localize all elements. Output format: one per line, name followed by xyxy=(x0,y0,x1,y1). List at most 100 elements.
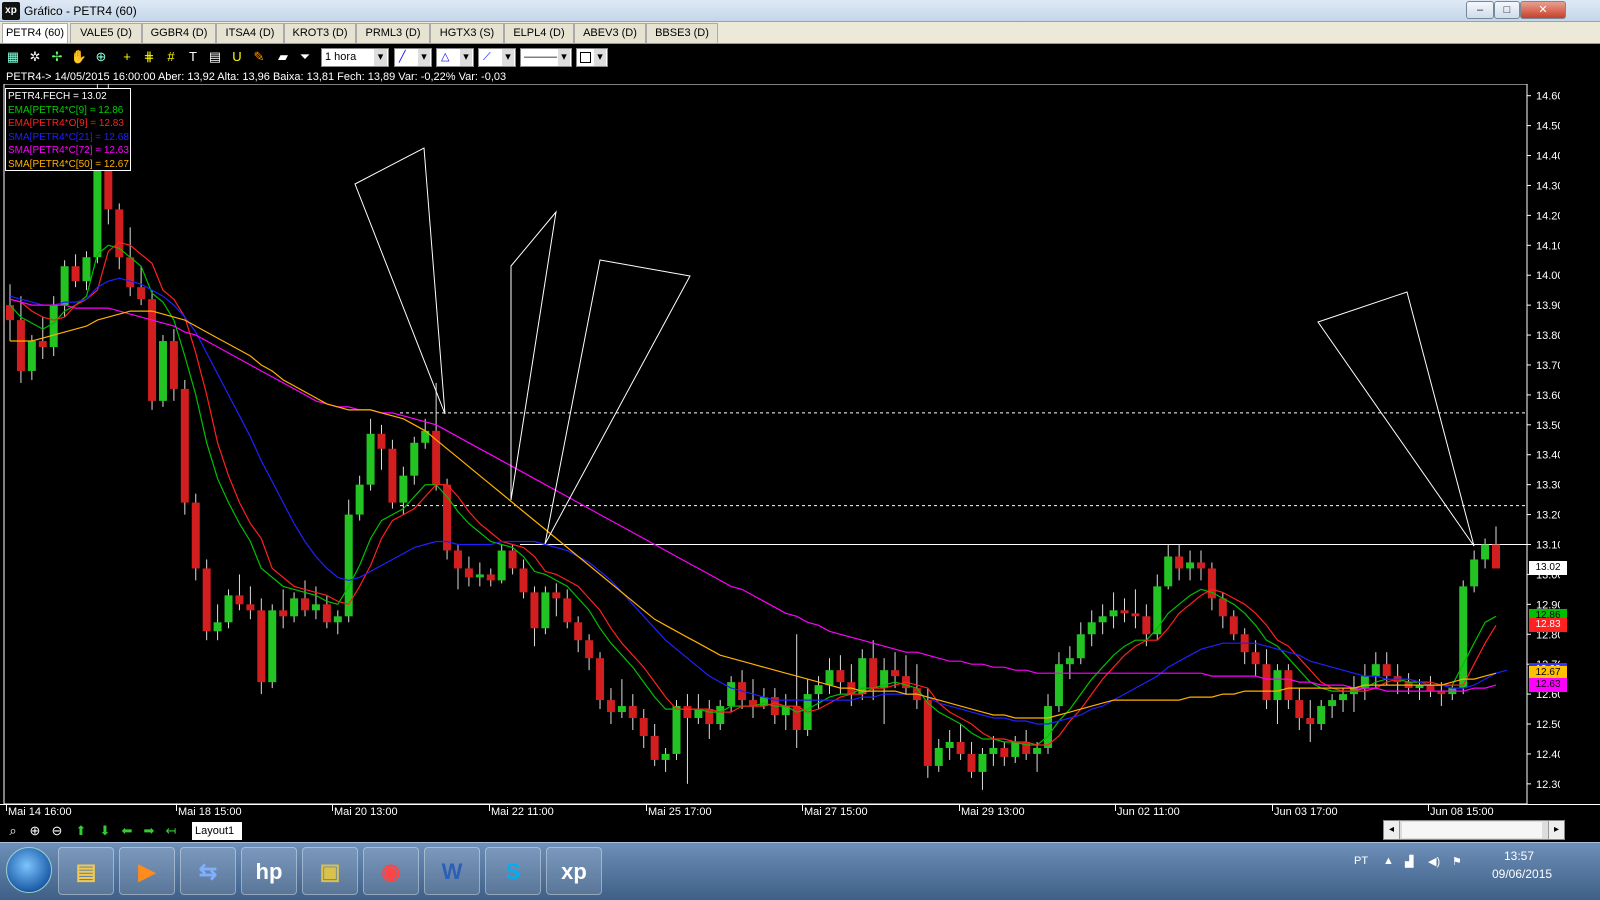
maximize-button[interactable]: □ xyxy=(1494,1,1520,19)
clock-date[interactable]: 09/06/2015 xyxy=(1492,867,1552,881)
plot-frame xyxy=(3,84,1528,804)
arrow-right-icon[interactable]: ➡ xyxy=(140,822,158,840)
candle-body xyxy=(388,448,397,503)
volume-icon[interactable]: ◀) xyxy=(1428,855,1440,868)
candle-body xyxy=(934,747,943,766)
tray-arrow-icon[interactable]: ▲ xyxy=(1383,855,1394,867)
cursor-icon[interactable]: + xyxy=(118,48,136,66)
line-tool-select[interactable]: ╱ ▾ xyxy=(394,48,432,67)
eraser-icon[interactable]: ✎ xyxy=(250,48,268,66)
bag-icon[interactable]: ▰ xyxy=(274,48,292,66)
candle-body xyxy=(1120,610,1129,614)
candle-body xyxy=(344,514,353,617)
line-style-select[interactable]: ——— ▾ xyxy=(520,48,572,67)
tab-bbse3[interactable]: BBSE3 (D) xyxy=(646,23,718,43)
magnet-icon[interactable]: U xyxy=(228,48,246,66)
tab-petr4[interactable]: PETR4 (60) xyxy=(2,23,68,43)
network-taskbar-icon[interactable]: ⇆ xyxy=(180,847,236,895)
clock-time[interactable]: 13:57 xyxy=(1504,849,1534,863)
candle-body xyxy=(530,592,539,629)
zoom-out-icon[interactable]: ⊖ xyxy=(48,822,66,840)
candle-body xyxy=(464,568,473,578)
text-icon[interactable]: T xyxy=(184,48,202,66)
xp-taskbar-icon[interactable]: xp xyxy=(546,847,602,895)
candle-body xyxy=(333,616,342,623)
hp-taskbar-icon[interactable]: hp xyxy=(241,847,297,895)
candle-body xyxy=(606,700,615,713)
time-label: Mai 29 13:00 xyxy=(961,806,1025,818)
period-select[interactable]: 1 hora ▾ xyxy=(321,48,389,67)
chevron-down-icon: ▾ xyxy=(460,49,472,66)
calculator-icon[interactable]: ▤ xyxy=(206,48,224,66)
tab-vale5[interactable]: VALE5 (D) xyxy=(70,23,142,43)
scroll-right-icon[interactable]: ▸ xyxy=(1548,821,1564,839)
candle-body xyxy=(1295,700,1304,719)
signal-icon[interactable]: ▟ xyxy=(1405,855,1413,868)
fibonacci-icon[interactable]: ⋕ xyxy=(140,48,158,66)
arrow-back-icon[interactable]: ↤ xyxy=(162,822,180,840)
scroll-thumb[interactable] xyxy=(1402,822,1542,838)
zoom-fit-icon[interactable]: ⌕ xyxy=(4,822,22,840)
candle-body xyxy=(825,670,834,686)
hand-icon[interactable]: ✋ xyxy=(70,48,88,66)
media-player-taskbar-icon[interactable]: ▶ xyxy=(119,847,175,895)
candle-body xyxy=(639,718,648,736)
tab-hgtx3[interactable]: HGTX3 (S) xyxy=(430,23,504,43)
settings-icon[interactable]: ✲ xyxy=(26,48,44,66)
explorer-taskbar-icon[interactable]: ▤ xyxy=(58,847,114,895)
zoom-in-icon[interactable]: ⊕ xyxy=(26,822,44,840)
tab-elpl4[interactable]: ELPL4 (D) xyxy=(504,23,574,43)
price-tick-label: 13.50 xyxy=(1536,420,1560,432)
scroll-left-icon[interactable]: ◂ xyxy=(1384,821,1400,839)
arrow-left-icon[interactable]: ⬅ xyxy=(118,822,136,840)
candle-body xyxy=(366,433,375,485)
word-taskbar-icon[interactable]: W xyxy=(424,847,480,895)
candle-body xyxy=(716,706,725,725)
candle-body xyxy=(552,592,561,599)
arrow-up-icon[interactable]: ⬆ xyxy=(72,822,90,840)
price-chart[interactable]: 14.60 14.50 14.40 14.30 14.20 14.10 14.00 13.90… xyxy=(0,84,1560,804)
chart-type-icon[interactable]: ▦ xyxy=(4,48,22,66)
tab-prml3[interactable]: PRML3 (D) xyxy=(356,23,430,43)
candle-body xyxy=(1065,658,1074,665)
close-button[interactable]: ✕ xyxy=(1520,1,1566,19)
candle-body xyxy=(978,753,987,772)
candle-body xyxy=(1218,598,1227,617)
flag-icon[interactable]: ⚑ xyxy=(1452,855,1462,868)
winrar-taskbar-icon[interactable]: ▣ xyxy=(302,847,358,895)
price-tick-label: 12.40 xyxy=(1536,749,1560,761)
chart-toolbar: ▦ ✲ ✢ ✋ ⊕ + ⋕ # T ▤ U ✎ ▰ ⏷ 1 hora ▾ ╱ ▾ △… xyxy=(0,45,1600,69)
fan-tool-select[interactable]: ⟋ ▾ xyxy=(478,48,516,67)
minimize-button[interactable]: – xyxy=(1466,1,1494,19)
skype-taskbar-icon[interactable]: S xyxy=(485,847,541,895)
candle-body xyxy=(322,604,331,623)
shape-tool-select[interactable]: △ ▾ xyxy=(436,48,474,67)
color-select[interactable]: ▾ xyxy=(576,48,608,67)
language-indicator[interactable]: PT xyxy=(1354,855,1368,867)
window-title: Gráfico - PETR4 (60) xyxy=(24,4,137,18)
zoom-icon[interactable]: ⊕ xyxy=(92,48,110,66)
layout-tab[interactable]: Layout1 xyxy=(192,822,242,840)
tab-abev3[interactable]: ABEV3 (D) xyxy=(574,23,646,43)
grid-icon[interactable]: # xyxy=(162,48,180,66)
candle-body xyxy=(497,550,506,581)
candle-body xyxy=(301,598,310,611)
crosshair-icon[interactable]: ✢ xyxy=(48,48,66,66)
price-badge: 12.63 xyxy=(1529,678,1567,693)
start-button[interactable] xyxy=(6,847,52,893)
horizontal-scrollbar[interactable]: ◂ ▸ xyxy=(1383,820,1565,840)
filter-icon[interactable]: ⏷ xyxy=(296,48,314,66)
time-tick xyxy=(489,805,490,811)
price-tick-label: 13.90 xyxy=(1536,300,1560,312)
tab-krot3[interactable]: KROT3 (D) xyxy=(284,23,356,43)
triangle-icon: △ xyxy=(441,51,450,63)
color-swatch-icon xyxy=(580,52,591,63)
window-titlebar: xp Gráfico - PETR4 (60) – □ ✕ xyxy=(0,0,1600,22)
candle-body xyxy=(1109,610,1118,617)
time-tick xyxy=(1428,805,1429,811)
arrow-down-icon[interactable]: ⬇ xyxy=(96,822,114,840)
tab-itsa4[interactable]: ITSA4 (D) xyxy=(216,23,284,43)
tab-ggbr4[interactable]: GGBR4 (D) xyxy=(142,23,216,43)
chrome-taskbar-icon[interactable]: ◉ xyxy=(363,847,419,895)
candle-body xyxy=(486,574,495,581)
